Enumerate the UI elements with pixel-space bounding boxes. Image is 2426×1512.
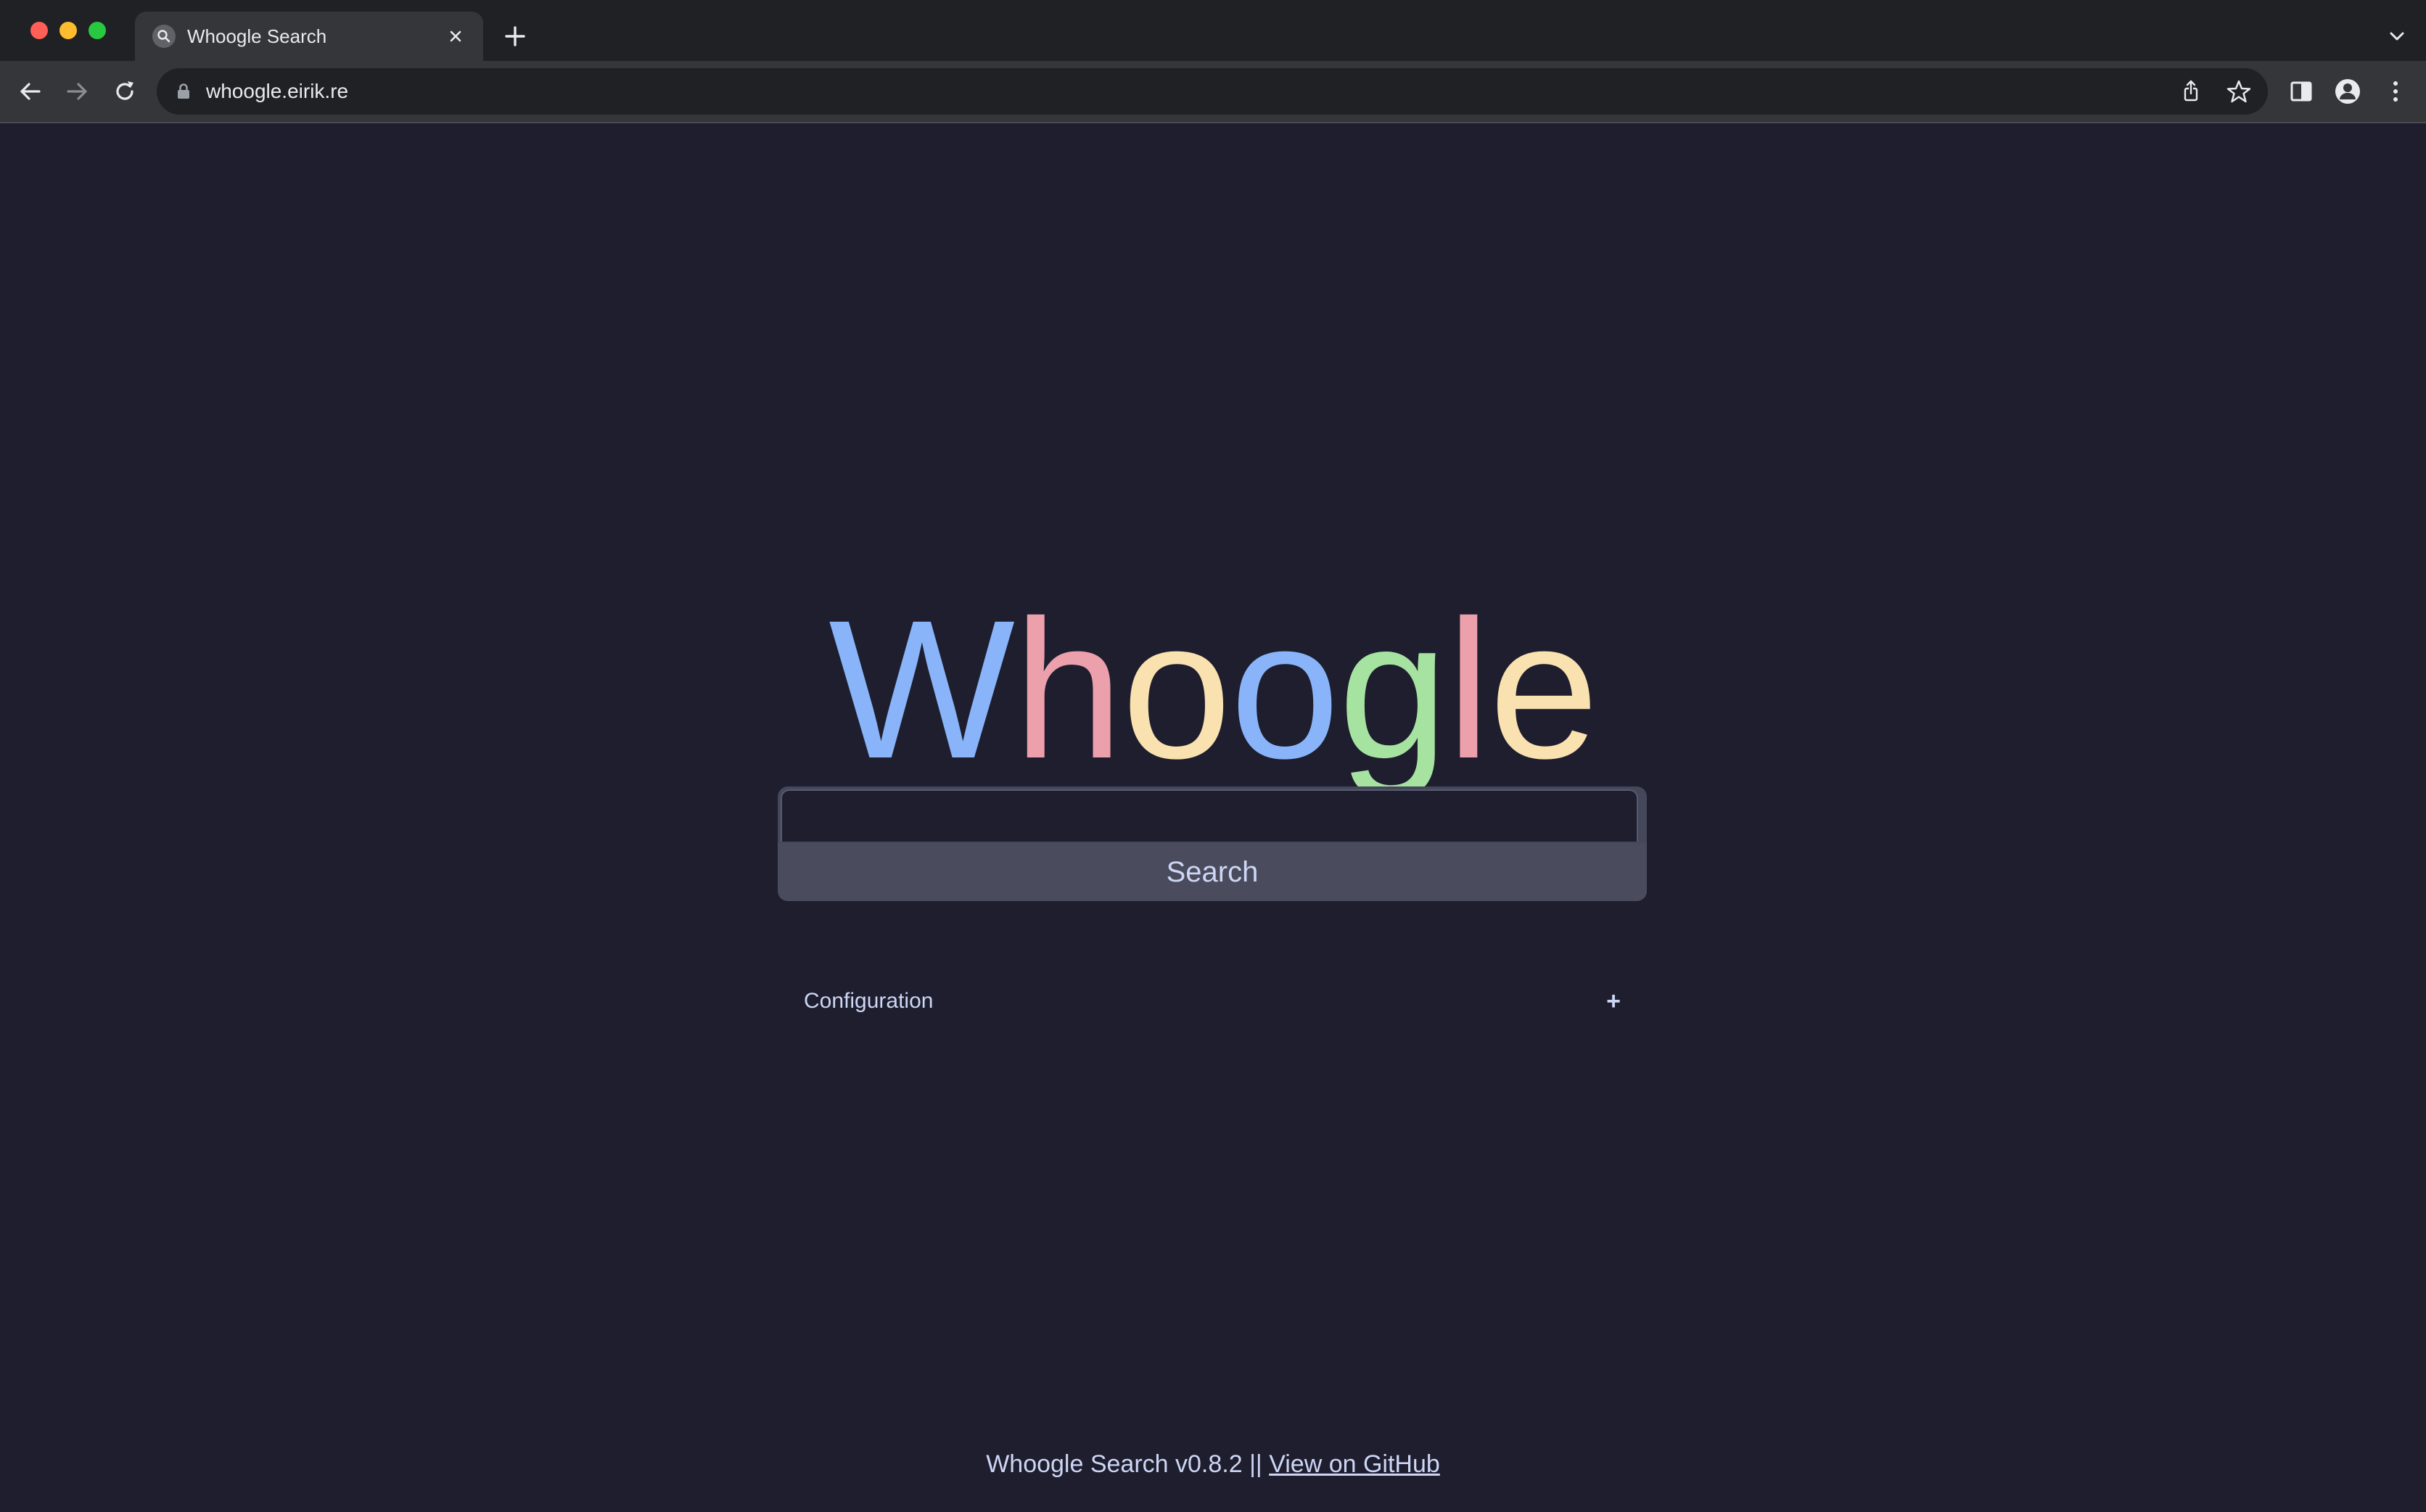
profile-icon[interactable] — [2333, 77, 2362, 106]
back-button[interactable] — [15, 75, 46, 107]
github-link[interactable]: View on GitHub — [1269, 1450, 1440, 1478]
expand-plus-icon[interactable]: + — [1599, 987, 1628, 1016]
new-tab-button[interactable] — [501, 22, 530, 51]
tab-search-button[interactable] — [2382, 22, 2411, 51]
close-window-button[interactable] — [30, 22, 48, 39]
minimize-window-button[interactable] — [59, 22, 77, 39]
side-panel-icon[interactable] — [2287, 77, 2316, 106]
address-bar[interactable]: whoogle.eirik.re — [157, 68, 2268, 115]
search-input[interactable] — [781, 789, 1638, 842]
logo-letter: e — [1489, 579, 1599, 800]
chevron-down-icon — [2390, 32, 2404, 41]
forward-button[interactable] — [61, 75, 93, 107]
tab-whoogle-search[interactable]: Whoogle Search — [135, 12, 483, 61]
url-text: whoogle.eirik.re — [206, 80, 349, 102]
share-icon[interactable] — [2178, 78, 2204, 104]
browser-toolbar: whoogle.eirik.re — [0, 61, 2426, 123]
tab-strip: Whoogle Search — [0, 0, 2426, 61]
logo-letter: l — [1447, 579, 1490, 800]
configuration-toggle[interactable]: Configuration + — [778, 972, 1647, 1030]
forward-icon — [67, 83, 87, 100]
star-icon[interactable] — [2226, 78, 2252, 104]
back-icon — [20, 83, 41, 100]
whoogle-logo: Whoogle — [0, 573, 2426, 805]
close-icon[interactable] — [443, 23, 469, 49]
configuration-label: Configuration — [804, 989, 934, 1013]
browser-window: Whoogle Search whoogle.eirik.re Whoogle … — [0, 0, 2426, 1512]
footer-version-text: Whoogle Search v0.8.2 || — [986, 1450, 1270, 1478]
menu-icon[interactable] — [2381, 77, 2410, 106]
logo-letter: o — [1122, 579, 1231, 800]
logo-letter: g — [1338, 579, 1448, 800]
search-form: Search — [778, 786, 1647, 901]
logo-letter: o — [1230, 579, 1340, 800]
plus-icon — [505, 26, 525, 46]
logo-letter: h — [1013, 579, 1123, 800]
reload-icon — [116, 81, 133, 100]
page-content: Whoogle Search Configuration + Whoogle S… — [0, 123, 2426, 1512]
logo-letter: W — [828, 579, 1015, 800]
search-icon — [152, 25, 176, 48]
lock-icon[interactable] — [176, 83, 192, 100]
reload-button[interactable] — [109, 75, 141, 107]
search-button[interactable]: Search — [778, 843, 1647, 901]
page-footer: Whoogle Search v0.8.2 || View on GitHub — [0, 1447, 2426, 1482]
tab-title: Whoogle Search — [187, 25, 327, 47]
maximize-window-button[interactable] — [89, 22, 106, 39]
